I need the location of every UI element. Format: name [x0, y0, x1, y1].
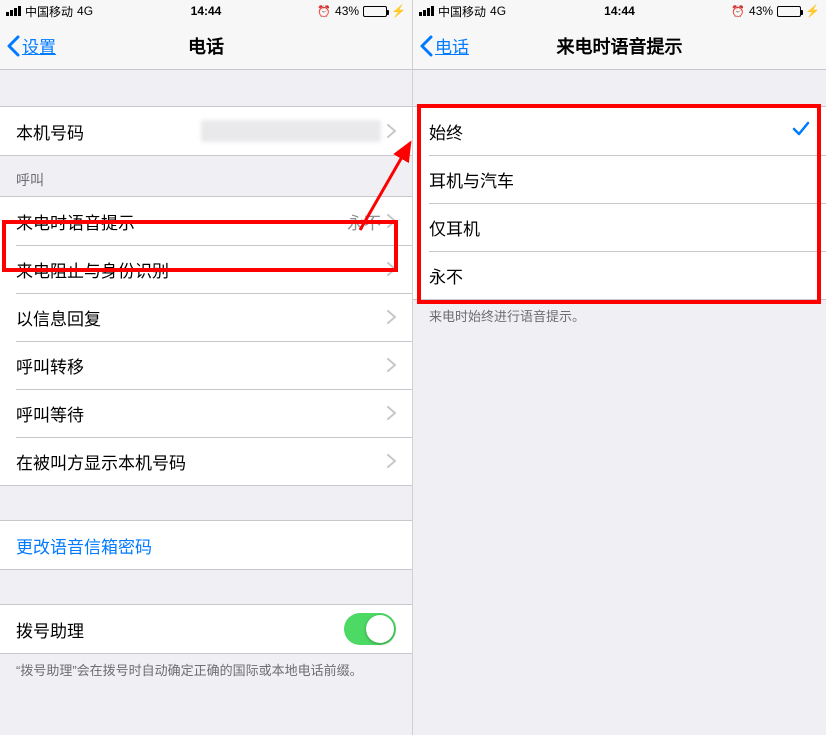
- carrier-label: 中国移动: [25, 3, 73, 20]
- row-announce-calls[interactable]: 来电时语音提示 永不: [0, 197, 412, 245]
- status-bar: 中国移动 4G 14:44 ⏰ 43% ⚡: [0, 0, 412, 22]
- group-voicemail: 更改语音信箱密码: [0, 520, 412, 570]
- row-call-waiting[interactable]: 呼叫等待: [0, 389, 412, 437]
- forwarding-label: 呼叫转移: [16, 353, 387, 378]
- back-label: 设置: [22, 33, 56, 58]
- row-change-vm-password[interactable]: 更改语音信箱密码: [0, 521, 412, 569]
- blocking-label: 来电阻止与身份识别: [16, 257, 387, 282]
- chevron-right-icon: [387, 214, 396, 228]
- nav-bar: 电话 来电时语音提示: [413, 22, 826, 70]
- charging-icon: ⚡: [391, 4, 406, 18]
- group-my-number: 本机号码: [0, 106, 412, 156]
- battery-pct: 43%: [335, 4, 359, 18]
- page-title: 来电时语音提示: [413, 33, 826, 59]
- my-number-label: 本机号码: [16, 119, 201, 144]
- nav-bar: 设置 电话: [0, 22, 412, 70]
- battery-icon: [363, 6, 387, 17]
- show-id-label: 在被叫方显示本机号码: [16, 449, 387, 474]
- chevron-right-icon: [387, 406, 396, 420]
- status-bar: 中国移动 4G 14:44 ⏰ 43% ⚡: [413, 0, 826, 22]
- charging-icon: ⚡: [805, 4, 820, 18]
- carrier-label: 中国移动: [438, 3, 486, 20]
- row-call-forwarding[interactable]: 呼叫转移: [0, 341, 412, 389]
- my-number-value-blurred: [201, 120, 381, 142]
- group-announce-options: 始终 耳机与汽车 仅耳机 永不: [413, 106, 826, 300]
- option-headphones-car-label: 耳机与汽车: [429, 167, 810, 192]
- chevron-right-icon: [387, 358, 396, 372]
- chevron-right-icon: [387, 310, 396, 324]
- back-button[interactable]: 设置: [0, 33, 56, 58]
- group-calls: 来电时语音提示 永不 来电阻止与身份识别 以信息回复 呼叫转移 呼叫等待 在被叫…: [0, 196, 412, 486]
- phone-left: 中国移动 4G 14:44 ⏰ 43% ⚡ 设置 电话 本机号码 呼叫 来电时语…: [0, 0, 413, 735]
- network-label: 4G: [77, 4, 93, 18]
- phone-right: 中国移动 4G 14:44 ⏰ 43% ⚡ 电话 来电时语音提示 始终 耳机与汽…: [413, 0, 826, 735]
- option-always-label: 始终: [429, 119, 792, 144]
- option-never[interactable]: 永不: [413, 251, 826, 299]
- battery-icon: [777, 6, 801, 17]
- battery-pct: 43%: [749, 4, 773, 18]
- dial-assist-label: 拨号助理: [16, 617, 344, 642]
- row-call-blocking[interactable]: 来电阻止与身份识别: [0, 245, 412, 293]
- alarm-icon: ⏰: [317, 5, 331, 18]
- change-vm-pw-label: 更改语音信箱密码: [16, 533, 396, 558]
- group-dial-assist: 拨号助理: [0, 604, 412, 654]
- chevron-left-icon: [6, 35, 20, 57]
- checkmark-icon: [792, 121, 810, 142]
- network-label: 4G: [490, 4, 506, 18]
- dial-assist-toggle[interactable]: [344, 613, 396, 645]
- announce-footnote: 来电时始终进行语音提示。: [413, 300, 826, 334]
- page-title: 电话: [0, 33, 412, 59]
- waiting-label: 呼叫等待: [16, 401, 387, 426]
- row-my-number[interactable]: 本机号码: [0, 107, 412, 155]
- announce-label: 来电时语音提示: [16, 209, 347, 234]
- chevron-right-icon: [387, 124, 396, 138]
- alarm-icon: ⏰: [731, 5, 745, 18]
- announce-value: 永不: [347, 209, 381, 234]
- chevron-right-icon: [387, 454, 396, 468]
- row-respond-text[interactable]: 以信息回复: [0, 293, 412, 341]
- row-dial-assist: 拨号助理: [0, 605, 412, 653]
- signal-icon: [6, 6, 21, 16]
- respond-text-label: 以信息回复: [16, 305, 387, 330]
- option-headphones-only[interactable]: 仅耳机: [413, 203, 826, 251]
- chevron-left-icon: [419, 35, 433, 57]
- option-headphones-car[interactable]: 耳机与汽车: [413, 155, 826, 203]
- back-button[interactable]: 电话: [413, 33, 469, 58]
- option-headphones-only-label: 仅耳机: [429, 215, 810, 240]
- option-always[interactable]: 始终: [413, 107, 826, 155]
- back-label: 电话: [435, 33, 469, 58]
- chevron-right-icon: [387, 262, 396, 276]
- signal-icon: [419, 6, 434, 16]
- dial-assist-footnote: “拨号助理”会在拨号时自动确定正确的国际或本地电话前缀。: [0, 654, 412, 688]
- section-calls-label: 呼叫: [0, 156, 412, 196]
- row-show-caller-id[interactable]: 在被叫方显示本机号码: [0, 437, 412, 485]
- option-never-label: 永不: [429, 263, 810, 288]
